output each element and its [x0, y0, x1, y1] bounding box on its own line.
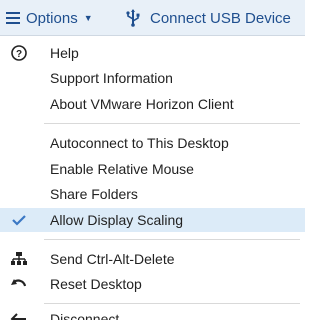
- reset-icon: [11, 279, 27, 287]
- network-icon: [11, 252, 27, 265]
- menu-item-enable-relative-mouse[interactable]: Enable Relative Mouse: [0, 157, 305, 181]
- menu-item-reset-desktop[interactable]: Reset Desktop: [0, 272, 305, 296]
- svg-text:?: ?: [16, 49, 22, 60]
- chevron-down-icon: ▼: [83, 13, 93, 23]
- menu-item-support-information[interactable]: Support Information: [0, 66, 305, 90]
- connect-usb-device-button[interactable]: Connect USB Device: [124, 5, 305, 31]
- menu-item-label: Share Folders: [50, 186, 138, 202]
- menu-item-help[interactable]: ? Help: [0, 41, 305, 65]
- connect-usb-label: Connect USB Device: [150, 9, 291, 27]
- menu-item-allow-display-scaling[interactable]: Allow Display Scaling: [0, 208, 305, 232]
- menu-item-label: Enable Relative Mouse: [50, 161, 194, 177]
- menu-divider: [44, 239, 300, 240]
- menu-divider: [44, 123, 300, 124]
- checkmark-icon: [12, 215, 26, 226]
- menu-item-label: Allow Display Scaling: [50, 212, 184, 228]
- hamburger-icon: [6, 11, 20, 25]
- menu-item-label: About VMware Horizon Client: [50, 96, 234, 112]
- horizon-client-window: Options ▼ Connect USB Device ? Help Supp…: [0, 0, 305, 320]
- menu-item-about[interactable]: About VMware Horizon Client: [0, 92, 305, 116]
- menu-item-label: Autoconnect to This Desktop: [50, 135, 229, 151]
- help-icon: ?: [11, 45, 27, 61]
- menu-item-label: Send Ctrl-Alt-Delete: [50, 251, 175, 267]
- options-menu-button[interactable]: Options ▼: [2, 5, 121, 31]
- menu-item-label: Reset Desktop: [50, 276, 142, 292]
- menu-item-label: Help: [50, 45, 79, 61]
- options-dropdown-menu: ? Help Support Information About VMware …: [0, 36, 305, 320]
- toolbar: Options ▼ Connect USB Device: [0, 0, 305, 36]
- menu-item-share-folders[interactable]: Share Folders: [0, 182, 305, 206]
- menu-item-autoconnect[interactable]: Autoconnect to This Desktop: [0, 131, 305, 155]
- menu-item-label: Support Information: [50, 70, 173, 86]
- menu-divider: [44, 303, 300, 304]
- menu-item-disconnect[interactable]: Disconnect: [0, 307, 305, 320]
- disconnect-arrow-icon: [10, 313, 26, 320]
- usb-icon: [126, 9, 140, 27]
- options-label: Options: [26, 9, 78, 27]
- menu-item-send-ctrl-alt-delete[interactable]: Send Ctrl-Alt-Delete: [0, 247, 305, 271]
- menu-item-label: Disconnect: [50, 311, 120, 320]
